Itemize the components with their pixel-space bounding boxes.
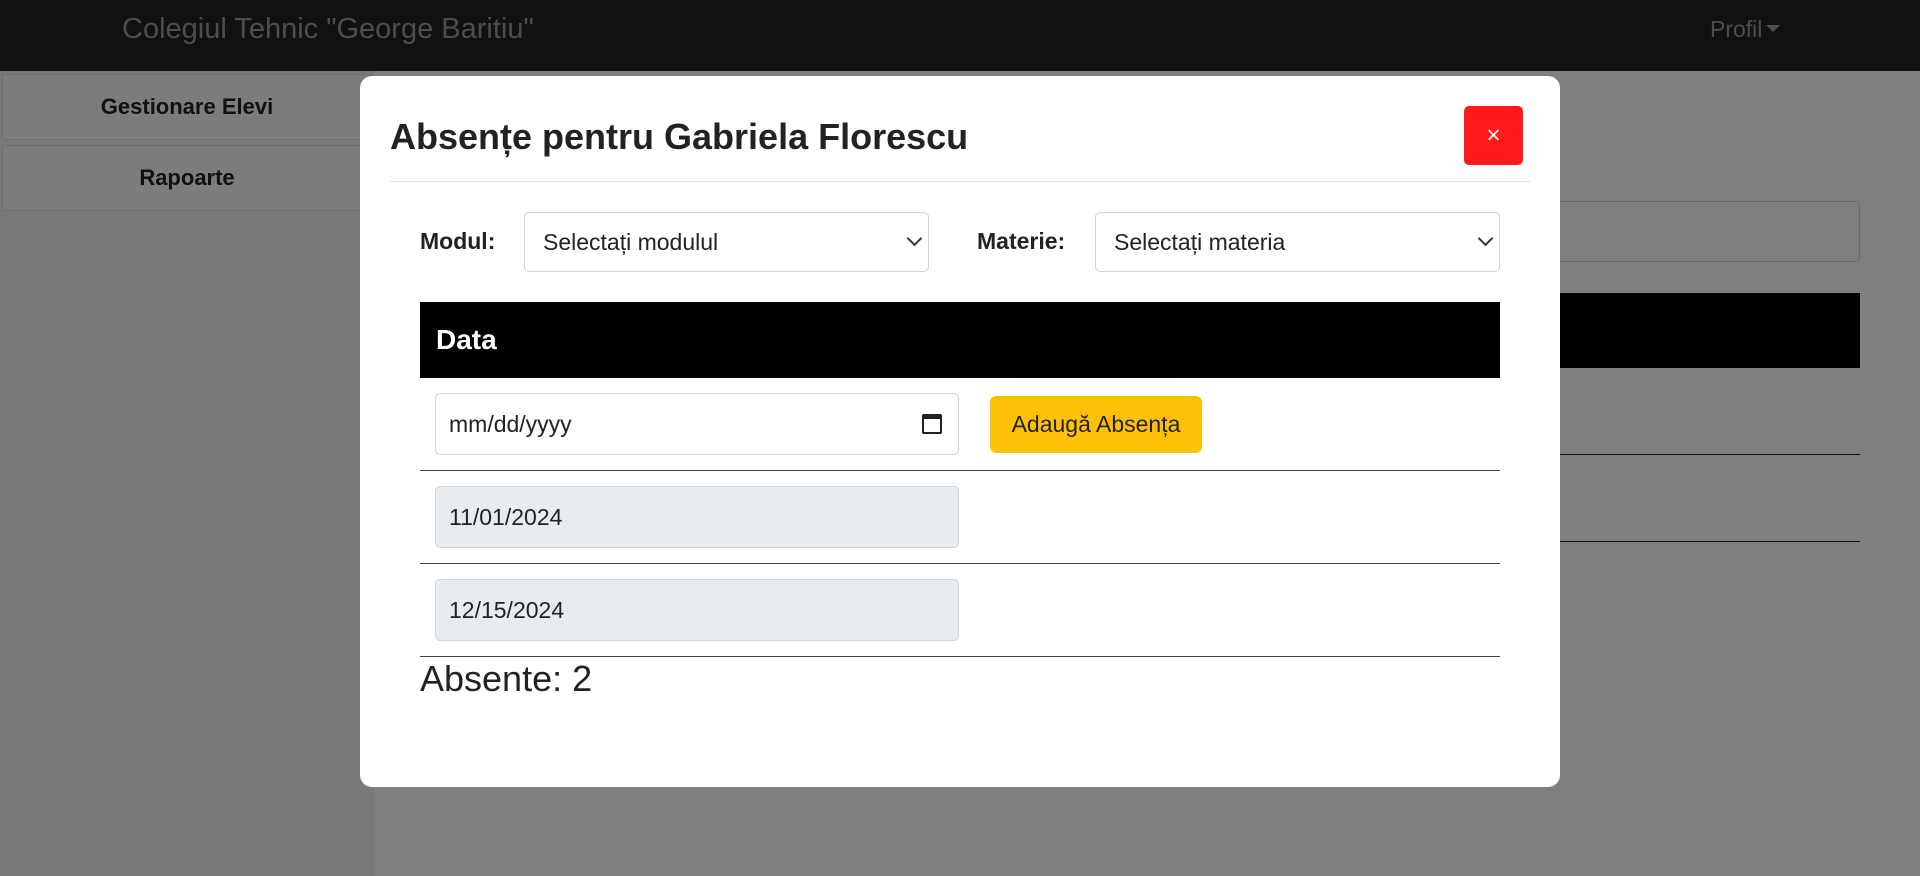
subject-select-value: Selectați materia: [1114, 228, 1286, 255]
close-icon: ×: [1486, 121, 1501, 149]
add-absence-label: Adaugă Absența: [1011, 411, 1181, 437]
subject-select[interactable]: Selectați materia: [1095, 212, 1500, 272]
module-select-value: Selectați modulul: [543, 228, 719, 255]
chevron-down-icon: [906, 230, 923, 247]
absence-date: 12/15/2024: [449, 596, 565, 623]
absence-count: Absente: 2: [420, 658, 593, 699]
subject-label: Materie:: [977, 228, 1066, 254]
absence-date: 11/01/2024: [449, 503, 563, 530]
add-absence-button[interactable]: Adaugă Absența: [990, 396, 1202, 453]
date-placeholder: mm/dd/yyyy: [449, 410, 572, 437]
calendar-icon[interactable]: [922, 414, 942, 434]
table-row: 12/15/2024: [420, 564, 1500, 657]
absences-modal: Absențe pentru Gabriela Florescu × Modul…: [360, 76, 1560, 787]
module-select[interactable]: Selectați modulul: [524, 212, 929, 272]
table-header: Data: [420, 302, 1500, 378]
absence-date-field: 11/01/2024: [435, 486, 959, 548]
module-label: Modul:: [420, 228, 496, 254]
new-date-input[interactable]: mm/dd/yyyy: [435, 393, 959, 455]
new-absence-row: mm/dd/yyyy Adaugă Absența: [420, 378, 1500, 471]
divider: [390, 181, 1530, 182]
table-row: 11/01/2024: [420, 471, 1500, 564]
close-button[interactable]: ×: [1464, 106, 1523, 165]
absence-date-field: 12/15/2024: [435, 579, 959, 641]
modal-title: Absențe pentru Gabriela Florescu: [390, 116, 969, 157]
column-header-data: Data: [436, 324, 497, 355]
chevron-down-icon: [1477, 230, 1494, 247]
